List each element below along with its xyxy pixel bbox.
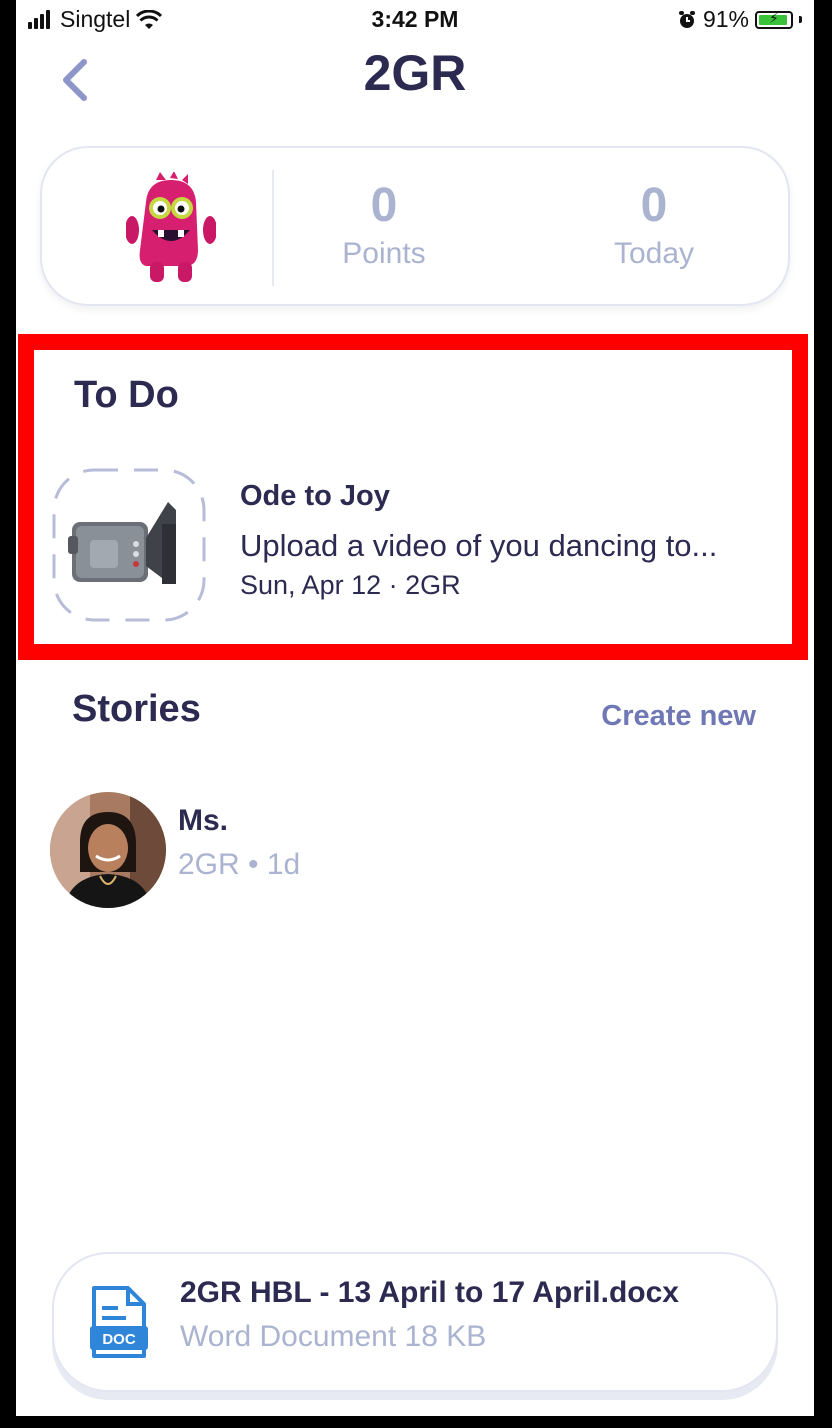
status-right: 91% ⚡ (677, 6, 802, 33)
today-label: Today (613, 237, 695, 270)
battery-icon: ⚡ (755, 10, 793, 29)
battery-percent: 91% (702, 6, 749, 32)
page-title: 2GR (363, 45, 467, 101)
app-screen: Singtel 3:42 PM 91% ⚡ 2GR 0 Points 0 Tod… (16, 0, 814, 1416)
monster-avatar-icon[interactable] (126, 172, 216, 284)
points-stat: 0 Points (294, 178, 474, 274)
todo-item-meta: Sun, Apr 12 · 2GR (240, 570, 461, 600)
doc-icon-label: DOC (102, 1331, 136, 1348)
points-card: 0 Points 0 Today (40, 146, 790, 306)
video-camera-icon[interactable] (50, 466, 208, 624)
card-divider (272, 170, 274, 286)
points-label: Points (342, 237, 426, 270)
todo-item-title[interactable]: Ode to Joy (240, 480, 390, 513)
create-new-button[interactable]: Create new (601, 700, 756, 733)
status-bar: Singtel 3:42 PM 91% ⚡ (16, 0, 814, 40)
today-stat: 0 Today (564, 178, 744, 274)
todo-heading: To Do (74, 374, 179, 416)
attachment-file-meta: Word Document 18 KB (180, 1320, 487, 1353)
todo-item-description: Upload a video of you dancing to... (240, 528, 718, 563)
word-document-icon: DOC (90, 1286, 148, 1358)
battery-tip (799, 16, 802, 23)
alarm-icon (678, 10, 695, 28)
today-value: 0 (640, 179, 668, 232)
attachment-file-name[interactable]: 2GR HBL - 13 April to 17 April.docx (180, 1276, 679, 1310)
story-meta: 2GR • 1d (178, 848, 301, 881)
attachment-card[interactable]: DOC 2GR HBL - 13 April to 17 April.docx … (52, 1252, 778, 1392)
points-value: 0 (370, 179, 398, 232)
stories-heading: Stories (72, 688, 201, 730)
story-author[interactable]: Ms. (178, 804, 228, 838)
avatar[interactable] (50, 792, 166, 908)
